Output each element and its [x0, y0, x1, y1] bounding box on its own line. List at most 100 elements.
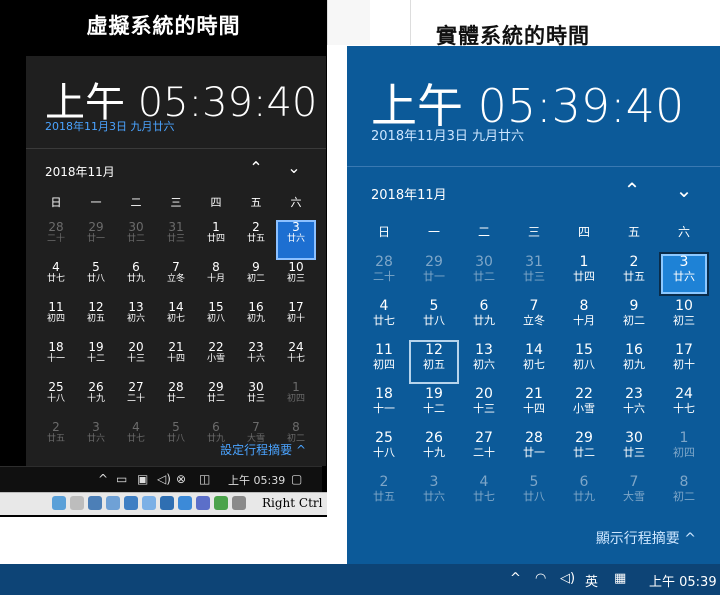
virtual-input-icon[interactable]: ◫ [199, 472, 210, 486]
vm-network-adapter-icon[interactable] [106, 496, 120, 510]
virtual-day-cell[interactable]: 29 廿二 [196, 380, 236, 420]
real-taskbar-clock[interactable]: 上午 05:39 [649, 571, 717, 590]
virtual-day-cell[interactable]: 13 初六 [116, 300, 156, 340]
virtual-day-cell[interactable]: 8 十月 [196, 260, 236, 300]
real-day-cell[interactable]: 6 廿九 [459, 296, 509, 340]
real-day-cell[interactable]: 26 十九 [409, 428, 459, 472]
real-ime-indicator[interactable]: 英 [585, 571, 598, 590]
real-day-cell[interactable]: 13 初六 [459, 340, 509, 384]
vm-optical-icon[interactable] [70, 496, 84, 510]
vm-keyboard-icon[interactable] [232, 496, 246, 510]
real-month-label[interactable]: 2018年11月 [371, 184, 447, 203]
vm-usb-icon[interactable] [124, 496, 138, 510]
virtual-day-cell[interactable]: 31 廿三 [156, 220, 196, 260]
real-day-cell[interactable]: 1 廿四 [559, 252, 609, 296]
virtual-day-cell[interactable]: 26 十九 [76, 380, 116, 420]
real-day-cell[interactable]: 8 初二 [659, 472, 709, 516]
real-day-cell[interactable]: 3 廿六 [409, 472, 459, 516]
virtual-day-cell[interactable]: 1 初四 [276, 380, 316, 420]
virtual-day-cell[interactable]: 25 十八 [36, 380, 76, 420]
real-day-cell[interactable]: 27 二十 [459, 428, 509, 472]
virtual-day-cell[interactable]: 12 初五 [76, 300, 116, 340]
virtual-day-cell[interactable]: 4 廿七 [36, 260, 76, 300]
virtual-month-label[interactable]: 2018年11月 [45, 163, 115, 180]
real-day-cell[interactable]: 29 廿一 [409, 252, 459, 296]
real-day-cell[interactable]: 30 廿二 [459, 252, 509, 296]
real-day-cell[interactable]: 31 廿三 [509, 252, 559, 296]
virtual-day-cell[interactable]: 29 廿一 [76, 220, 116, 260]
vm-recording-icon[interactable] [178, 496, 192, 510]
virtual-day-cell[interactable]: 5 廿八 [76, 260, 116, 300]
vm-display-icon[interactable] [160, 496, 174, 510]
virtual-day-cell[interactable]: 14 初七 [156, 300, 196, 340]
vm-cpu-icon[interactable] [196, 496, 210, 510]
virtual-day-cell[interactable]: 20 十三 [116, 340, 156, 380]
virtual-day-cell[interactable]: 21 十四 [156, 340, 196, 380]
vm-audio-icon[interactable] [88, 496, 102, 510]
virtual-day-cell[interactable]: 10 初三 [276, 260, 316, 300]
vm-mouse-integration-icon[interactable] [214, 496, 228, 510]
real-day-cell[interactable]: 7 立冬 [509, 296, 559, 340]
virtual-day-cell[interactable]: 3 廿六 [76, 420, 116, 460]
virtual-day-cell[interactable]: 1 廿四 [196, 220, 236, 260]
virtual-agenda-toggle[interactable]: 設定行程摘要 ^ [220, 441, 306, 458]
virtual-day-cell[interactable]: 6 廿九 [116, 260, 156, 300]
real-day-cell[interactable]: 11 初四 [359, 340, 409, 384]
virtual-day-cell[interactable]: 9 初二 [236, 260, 276, 300]
virtual-day-cell[interactable]: 23 十六 [236, 340, 276, 380]
virtual-notification-icon[interactable]: ▢ [291, 472, 302, 486]
virtual-battery-icon[interactable]: ▭ [116, 472, 127, 486]
virtual-day-cell[interactable]: 18 十一 [36, 340, 76, 380]
virtual-day-cell[interactable]: 22 小雪 [196, 340, 236, 380]
virtual-day-cell[interactable]: 30 廿三 [236, 380, 276, 420]
real-day-cell[interactable]: 24 十七 [659, 384, 709, 428]
real-day-cell[interactable]: 10 初三 [659, 296, 709, 340]
virtual-prev-month-icon[interactable]: ⌃ [246, 158, 266, 177]
real-prev-month-icon[interactable]: ⌃ [621, 178, 643, 202]
real-clock-date[interactable]: 2018年11月3日 九月廿六 [371, 125, 524, 144]
real-day-cell[interactable]: 22 小雪 [559, 384, 609, 428]
virtual-close-circle-icon[interactable]: ⊗ [176, 472, 186, 486]
virtual-day-cell[interactable]: 15 初八 [196, 300, 236, 340]
real-wifi-icon[interactable]: ◠ [535, 571, 546, 586]
real-day-cell[interactable]: 2 廿五 [609, 252, 659, 296]
real-day-cell[interactable]: 28 二十 [359, 252, 409, 296]
virtual-day-cell[interactable]: 5 廿八 [156, 420, 196, 460]
real-speaker-icon[interactable]: ◁) [560, 571, 575, 586]
real-day-cell[interactable]: 30 廿三 [609, 428, 659, 472]
real-day-cell[interactable]: 4 廿七 [359, 296, 409, 340]
vm-disk-icon[interactable] [52, 496, 66, 510]
real-day-cell[interactable]: 9 初二 [609, 296, 659, 340]
virtual-next-month-icon[interactable]: ⌄ [284, 158, 304, 177]
virtual-day-cell[interactable]: 28 二十 [36, 220, 76, 260]
real-day-cell[interactable]: 14 初七 [509, 340, 559, 384]
virtual-day-cell[interactable]: 11 初四 [36, 300, 76, 340]
real-day-cell[interactable]: 15 初八 [559, 340, 609, 384]
virtual-day-cell[interactable]: 30 廿二 [116, 220, 156, 260]
virtual-day-cell[interactable]: 24 十七 [276, 340, 316, 380]
real-day-cell[interactable]: 25 十八 [359, 428, 409, 472]
virtual-taskbar-clock[interactable]: 上午 05:39 [228, 472, 285, 488]
real-keyboard-icon[interactable]: ▦ [614, 571, 626, 586]
real-day-cell[interactable]: 4 廿七 [459, 472, 509, 516]
real-day-cell[interactable]: 19 十二 [409, 384, 459, 428]
real-today-cell[interactable]: 3 廿六 [659, 252, 709, 296]
virtual-day-cell[interactable]: 27 二十 [116, 380, 156, 420]
real-day-cell[interactable]: 5 廿八 [509, 472, 559, 516]
real-day-cell[interactable]: 18 十一 [359, 384, 409, 428]
virtual-day-cell[interactable]: 2 廿五 [36, 420, 76, 460]
real-day-cell[interactable]: 23 十六 [609, 384, 659, 428]
real-day-cell[interactable]: 7 大雪 [609, 472, 659, 516]
virtual-speaker-icon[interactable]: ◁) [157, 472, 171, 486]
virtual-day-cell[interactable]: 17 初十 [276, 300, 316, 340]
real-tray-chevron-icon[interactable]: ^ [510, 571, 521, 586]
real-day-cell[interactable]: 6 廿九 [559, 472, 609, 516]
virtual-clock-date[interactable]: 2018年11月3日 九月廿六 [45, 118, 175, 134]
virtual-tray-chevron-icon[interactable]: ^ [98, 472, 108, 486]
virtual-day-cell[interactable]: 2 廿五 [236, 220, 276, 260]
virtual-day-cell[interactable]: 19 十二 [76, 340, 116, 380]
real-day-cell[interactable]: 29 廿二 [559, 428, 609, 472]
real-agenda-toggle[interactable]: 顯示行程摘要 ^ [596, 528, 696, 548]
virtual-network-icon[interactable]: ▣ [137, 472, 148, 486]
real-day-cell[interactable]: 16 初九 [609, 340, 659, 384]
